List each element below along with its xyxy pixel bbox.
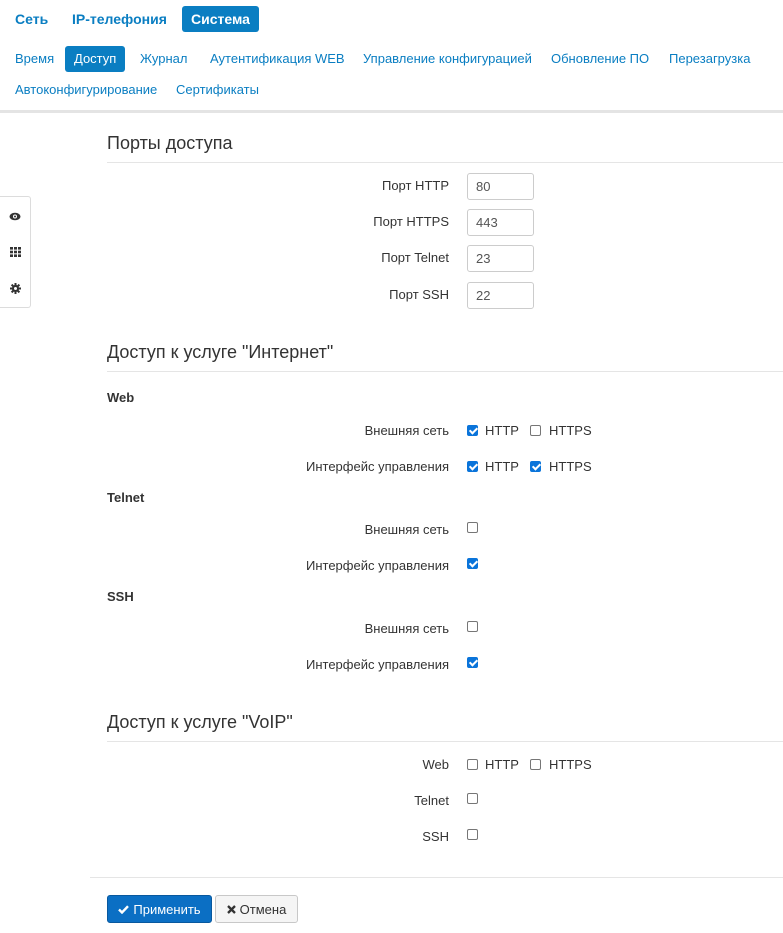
ssh-external-checkbox[interactable] bbox=[467, 621, 478, 632]
telnet-external-label: Внешняя сеть bbox=[364, 522, 449, 537]
eye-icon[interactable] bbox=[0, 198, 30, 234]
divider bbox=[107, 162, 783, 163]
ssh-external-label: Внешняя сеть bbox=[364, 621, 449, 636]
divider bbox=[107, 741, 783, 742]
cancel-button-label: Отмена bbox=[239, 901, 287, 917]
http-label: HTTP bbox=[485, 459, 519, 474]
https-label: HTTPS bbox=[549, 423, 592, 438]
sub-tab-autoconfig[interactable]: Автоконфигурирование bbox=[6, 77, 166, 103]
main-tab-ip-telephony[interactable]: IP-телефония bbox=[63, 6, 176, 32]
ssh-mgmt-checkbox[interactable] bbox=[467, 657, 478, 668]
apply-button[interactable]: Применить bbox=[107, 895, 212, 923]
main-tab-network[interactable]: Сеть bbox=[6, 6, 57, 32]
ssh-port-label: Порт SSH bbox=[389, 287, 449, 302]
section-title-internet: Доступ к услуге "Интернет" bbox=[107, 342, 334, 362]
web-mgmt-label: Интерфейс управления bbox=[306, 459, 449, 474]
http-port-label: Порт HTTP bbox=[381, 178, 449, 193]
voip-web-http-checkbox[interactable] bbox=[467, 759, 478, 770]
telnet-external-checkbox[interactable] bbox=[467, 522, 478, 533]
group-title-telnet: Telnet bbox=[107, 490, 145, 505]
voip-ssh-checkbox[interactable] bbox=[467, 829, 478, 840]
divider bbox=[107, 371, 783, 372]
telnet-port-label: Порт Telnet bbox=[381, 250, 449, 265]
sub-tab-reboot[interactable]: Перезагрузка bbox=[660, 46, 759, 72]
gear-icon[interactable] bbox=[0, 270, 30, 306]
voip-web-https-checkbox[interactable] bbox=[530, 759, 541, 770]
telnet-port-input[interactable] bbox=[467, 245, 534, 272]
web-external-https-checkbox[interactable] bbox=[530, 425, 541, 436]
http-label: HTTP bbox=[485, 757, 519, 772]
web-external-label: Внешняя сеть bbox=[364, 423, 449, 438]
sub-tab-certificates[interactable]: Сертификаты bbox=[167, 77, 268, 103]
top-navigation: Сеть IP-телефония Система Время Доступ Ж… bbox=[0, 0, 783, 113]
apply-button-label: Применить bbox=[133, 901, 201, 917]
close-icon bbox=[226, 904, 236, 914]
main-tab-system[interactable]: Система bbox=[182, 6, 259, 32]
http-port-input[interactable] bbox=[467, 173, 534, 200]
footer-divider bbox=[90, 877, 783, 878]
grid-icon[interactable] bbox=[0, 234, 30, 270]
web-mgmt-https-checkbox[interactable] bbox=[530, 461, 541, 472]
voip-web-label: Web bbox=[422, 757, 450, 772]
https-label: HTTPS bbox=[549, 459, 592, 474]
sub-tab-firmware-update[interactable]: Обновление ПО bbox=[542, 46, 658, 72]
section-title-voip: Доступ к услуге "VoIP" bbox=[107, 712, 293, 732]
https-port-label: Порт HTTPS bbox=[373, 214, 449, 229]
https-label: HTTPS bbox=[549, 757, 592, 772]
sub-tab-access[interactable]: Доступ bbox=[65, 46, 126, 72]
sub-tab-journal[interactable]: Журнал bbox=[131, 46, 196, 72]
group-title-ssh: SSH bbox=[107, 589, 134, 604]
side-tool-panel bbox=[0, 196, 31, 308]
group-title-web: Web bbox=[107, 390, 135, 405]
ssh-port-input[interactable] bbox=[467, 282, 534, 309]
cancel-button[interactable]: Отмена bbox=[215, 895, 298, 923]
http-label: HTTP bbox=[485, 423, 519, 438]
section-title-ports: Порты доступа bbox=[107, 133, 233, 153]
sub-tab-config-management[interactable]: Управление конфигурацией bbox=[354, 46, 541, 72]
https-port-input[interactable] bbox=[467, 209, 534, 236]
voip-telnet-checkbox[interactable] bbox=[467, 793, 478, 804]
check-icon bbox=[118, 904, 130, 914]
voip-telnet-label: Telnet bbox=[414, 793, 449, 808]
ssh-mgmt-label: Интерфейс управления bbox=[306, 657, 449, 672]
voip-ssh-label: SSH bbox=[422, 829, 449, 844]
web-external-http-checkbox[interactable] bbox=[467, 425, 478, 436]
sub-tab-web-auth[interactable]: Аутентификация WEB bbox=[201, 46, 354, 72]
telnet-mgmt-label: Интерфейс управления bbox=[306, 558, 449, 573]
web-mgmt-http-checkbox[interactable] bbox=[467, 461, 478, 472]
sub-tab-time[interactable]: Время bbox=[6, 46, 63, 72]
telnet-mgmt-checkbox[interactable] bbox=[467, 558, 478, 569]
